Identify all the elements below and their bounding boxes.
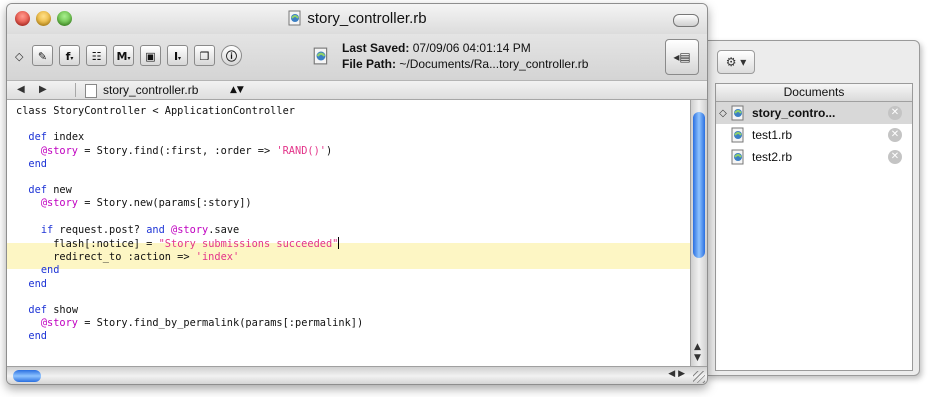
title-bar[interactable]: story_controller.rb bbox=[7, 4, 707, 34]
code-line[interactable]: def show bbox=[16, 304, 363, 317]
info-icon: ⓘ bbox=[226, 50, 237, 63]
drawer-toggle-button[interactable]: ◂▤ bbox=[665, 39, 699, 75]
gear-menu-button[interactable]: ⚙ ▾ bbox=[717, 50, 755, 74]
ruby-document-icon bbox=[731, 105, 744, 121]
toolbar: ◇ ✎ f▾ ☷ M▾ ▣ I▾ ❐ ⓘ Last Saved: 07/09/0… bbox=[7, 34, 707, 81]
horizontal-scroll-thumb[interactable] bbox=[13, 370, 41, 382]
code-line[interactable]: if request.post? and @story.save bbox=[16, 224, 363, 237]
list-icon: ☷ bbox=[91, 50, 102, 63]
window-title-text: story_controller.rb bbox=[307, 10, 427, 27]
vertical-scrollbar[interactable]: ▲ ▼ bbox=[690, 100, 707, 366]
resize-grip-icon[interactable] bbox=[693, 371, 705, 383]
popup-arrows-icon[interactable]: ▲▼ bbox=[230, 81, 244, 99]
function-menu-button[interactable]: f▾ bbox=[59, 45, 80, 66]
list-item-label: test1.rb bbox=[752, 128, 793, 142]
list-item[interactable]: ◇ story_contro... ✕ bbox=[716, 102, 912, 124]
code-line[interactable]: flash[:notice] = "Story submissions succ… bbox=[16, 237, 363, 251]
close-document-icon[interactable]: ✕ bbox=[888, 150, 902, 164]
code-line[interactable]: @story = Story.find_by_permalink(params[… bbox=[16, 317, 363, 330]
list-item-label: test2.rb bbox=[752, 150, 793, 164]
pencil-button[interactable]: ✎ bbox=[32, 45, 53, 66]
dropdown-arrow-icon: ▾ bbox=[70, 55, 74, 62]
toolbar-toggle-button[interactable] bbox=[673, 14, 699, 27]
document-menu-button[interactable]: ▣ bbox=[140, 45, 161, 66]
navigation-bar: ◀ ▶ story_controller.rb ▲▼ bbox=[7, 81, 707, 100]
close-document-icon[interactable]: ✕ bbox=[888, 128, 902, 142]
code-line[interactable] bbox=[16, 118, 363, 131]
info-button[interactable]: ⓘ bbox=[221, 45, 242, 66]
dropdown-arrow-icon: ▾ bbox=[127, 55, 131, 62]
file-icon bbox=[85, 84, 97, 98]
code-line[interactable]: @story = Story.new(params[:story]) bbox=[16, 197, 363, 210]
forward-arrow-icon[interactable]: ▶ bbox=[39, 81, 47, 99]
code-line[interactable] bbox=[16, 171, 363, 184]
file-popup-label[interactable]: story_controller.rb bbox=[103, 81, 198, 99]
text-menu-button[interactable]: I▾ bbox=[167, 45, 188, 66]
dropdown-arrow-icon: ▾ bbox=[178, 55, 182, 62]
vertical-scroll-thumb[interactable] bbox=[693, 112, 705, 258]
scroll-arrows-icon[interactable]: ▲ ▼ bbox=[694, 342, 701, 364]
code-line[interactable] bbox=[16, 291, 363, 304]
file-info: Last Saved: 07/09/06 04:01:14 PM File Pa… bbox=[342, 41, 589, 71]
editor-window: story_controller.rb ◇ ✎ f▾ ☷ M▾ ▣ I▾ ❐ ⓘ… bbox=[6, 3, 708, 385]
ruby-document-icon bbox=[313, 47, 328, 65]
code-line[interactable]: @story = Story.find(:first, :order => 'R… bbox=[16, 145, 363, 158]
documents-drawer: ⚙ ▾ Documents ◇ story_contro... ✕ test1.… bbox=[706, 40, 920, 376]
window-icon: ❐ bbox=[199, 50, 210, 63]
code-line[interactable]: class StoryController < ApplicationContr… bbox=[16, 105, 363, 118]
gear-icon: ⚙ ▾ bbox=[725, 55, 747, 69]
horizontal-scrollbar[interactable]: ◀ ▶ bbox=[7, 366, 707, 384]
file-path-value: ~/Documents/Ra...tory_controller.rb bbox=[399, 57, 589, 71]
last-saved-value: 07/09/06 04:01:14 PM bbox=[412, 41, 531, 55]
code-editor[interactable]: class StoryController < ApplicationContr… bbox=[7, 100, 690, 366]
code-line[interactable] bbox=[16, 211, 363, 224]
ruby-document-icon bbox=[288, 10, 301, 26]
bookmarks-button[interactable]: ☷ bbox=[86, 45, 107, 66]
documents-list: Documents ◇ story_contro... ✕ test1.rb ✕ bbox=[715, 83, 913, 371]
current-document-indicator-icon: ◇ bbox=[719, 107, 727, 119]
drawer-icon: ◂▤ bbox=[673, 50, 691, 64]
code-line[interactable]: end bbox=[16, 158, 363, 171]
marker-menu-button[interactable]: M▾ bbox=[113, 45, 134, 66]
code-line[interactable]: def index bbox=[16, 131, 363, 144]
modified-indicator-icon: ◇ bbox=[15, 50, 24, 63]
pencil-icon: ✎ bbox=[37, 50, 48, 63]
ruby-document-icon bbox=[731, 149, 744, 165]
scroll-arrows-icon[interactable]: ◀ ▶ bbox=[668, 369, 685, 379]
code-line[interactable]: end bbox=[16, 264, 363, 277]
window-title: story_controller.rb bbox=[7, 10, 707, 27]
window-menu-button[interactable]: ❐ bbox=[194, 45, 215, 66]
close-document-icon[interactable]: ✕ bbox=[888, 106, 902, 120]
text-cursor bbox=[338, 237, 340, 250]
ruby-document-icon bbox=[731, 127, 744, 143]
list-item[interactable]: test1.rb ✕ bbox=[716, 124, 912, 146]
back-arrow-icon[interactable]: ◀ bbox=[17, 81, 25, 99]
document-icon: ▣ bbox=[145, 50, 156, 63]
code-line[interactable]: end bbox=[16, 330, 363, 343]
list-item-label: story_contro... bbox=[752, 106, 836, 120]
code-text[interactable]: class StoryController < ApplicationContr… bbox=[16, 105, 363, 344]
code-line[interactable]: def new bbox=[16, 184, 363, 197]
documents-list-header[interactable]: Documents bbox=[716, 84, 912, 102]
list-item[interactable]: test2.rb ✕ bbox=[716, 146, 912, 168]
code-line[interactable]: redirect_to :action => 'index' bbox=[16, 251, 363, 264]
code-line[interactable]: end bbox=[16, 278, 363, 291]
